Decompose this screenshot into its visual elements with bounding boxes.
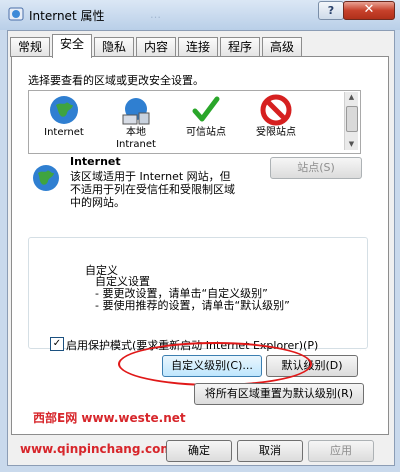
security-level-description: 自定义设置 - 要更改设置，请单击“自定义级别” - 要使用推荐的设置，请单击“… — [95, 275, 290, 312]
selected-zone-name: Internet — [70, 155, 121, 168]
tab-connections[interactable]: 连接 — [178, 37, 218, 57]
zone-trusted[interactable]: 可信站点 — [171, 91, 241, 139]
zones-scrollbar[interactable]: ▲ ▼ — [344, 92, 358, 150]
window-title-ghost: … — [150, 8, 161, 21]
close-button[interactable]: ✕ — [343, 1, 395, 20]
tab-content[interactable]: 内容 — [136, 37, 176, 57]
ok-button[interactable]: 确定 — [166, 440, 232, 462]
watermark-qinpinchang: www.qinpinchang.com — [20, 442, 173, 456]
apply-button[interactable]: 应用 — [308, 440, 374, 462]
scroll-thumb[interactable] — [346, 106, 358, 132]
sites-button[interactable]: 站点(S) — [270, 157, 362, 179]
scroll-down-icon[interactable]: ▼ — [345, 139, 358, 150]
highlight-ellipse — [118, 342, 312, 386]
zone-intranet[interactable]: 本地 Intranet — [101, 91, 171, 151]
selected-zone-globe-icon — [33, 165, 59, 191]
scroll-up-icon[interactable]: ▲ — [345, 92, 358, 103]
zones-list: Internet 本地 Intranet 可信站点 受限站点 — [28, 90, 361, 154]
zone-internet[interactable]: Internet — [29, 91, 99, 139]
tab-advanced[interactable]: 高级 — [262, 37, 302, 57]
selected-zone-description: 该区域适用于 Internet 网站，但 不适用于列在受信任和受限制区域 中的网… — [70, 170, 235, 209]
tab-general[interactable]: 常规 — [10, 37, 50, 57]
watermark-weste: 西部E网 www.weste.net — [33, 411, 186, 425]
cancel-button[interactable]: 取消 — [237, 440, 303, 462]
intranet-icon — [122, 98, 150, 125]
zone-prompt: 选择要查看的区域或更改安全设置。 — [28, 74, 204, 87]
reset-all-zones-button[interactable]: 将所有区域重置为默认级别(R) — [194, 383, 364, 405]
tab-security[interactable]: 安全 — [52, 34, 92, 58]
no-entry-icon — [260, 94, 292, 126]
tab-programs[interactable]: 程序 — [220, 37, 260, 57]
tab-privacy[interactable]: 隐私 — [94, 37, 134, 57]
globe-icon — [50, 96, 78, 124]
protected-mode-checkbox[interactable]: ✓ — [50, 337, 64, 351]
help-button[interactable]: ? — [318, 1, 344, 20]
window-title: Internet 属性 — [29, 9, 105, 23]
zone-restricted[interactable]: 受限站点 — [241, 91, 311, 139]
checkmark-icon — [192, 96, 220, 122]
title-bar: Internet 属性 … ? ✕ — [0, 0, 400, 30]
internet-options-icon — [8, 7, 24, 21]
